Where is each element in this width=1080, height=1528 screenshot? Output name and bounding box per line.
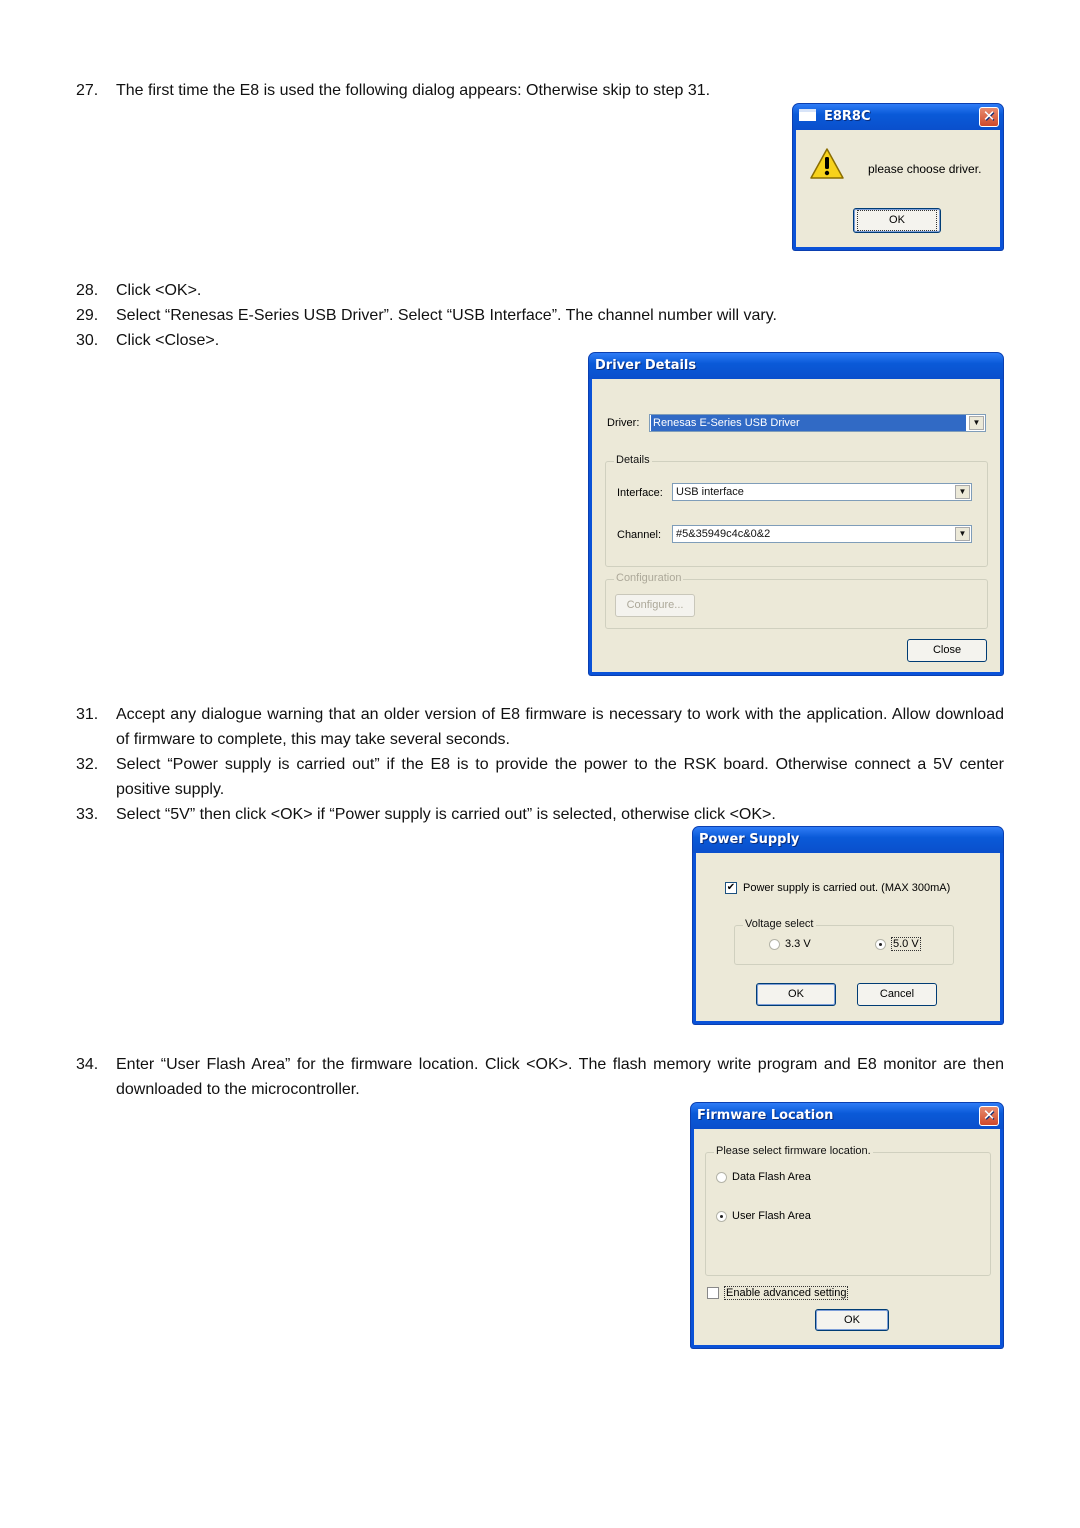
channel-label: Channel:: [617, 529, 662, 541]
interface-select[interactable]: USB interface ▼: [672, 483, 972, 501]
voltage-select-group: Voltage select 3.3 V 5.0 V: [734, 918, 954, 965]
power-supply-checkbox[interactable]: ✔: [725, 882, 737, 894]
driver-details-dialog: Driver Details Driver: Renesas E-Series …: [589, 353, 1003, 675]
step-text: Click <OK>.: [116, 282, 202, 299]
step-30: 30. Click <Close>.: [76, 328, 1004, 353]
voltage-select-legend: Voltage select: [743, 918, 816, 930]
dialog-body: please choose driver. OK: [796, 130, 1000, 247]
radio-user-flash-area-label: User Flash Area: [732, 1210, 811, 1222]
firmware-location-group: Please select firmware location. Data Fl…: [705, 1145, 991, 1276]
radio-3-3v-label: 3.3 V: [785, 938, 811, 950]
step-number: 29.: [76, 307, 99, 324]
radio-data-flash-area-label: Data Flash Area: [732, 1171, 811, 1183]
firmware-location-legend: Please select firmware location.: [714, 1145, 873, 1157]
dialog-title: Firmware Location: [697, 1108, 834, 1123]
radio-5-0v[interactable]: [875, 939, 886, 950]
ok-button[interactable]: OK: [815, 1309, 889, 1331]
channel-select[interactable]: #5&35949c4c&0&2 ▼: [672, 525, 972, 543]
close-button[interactable]: Close: [907, 639, 987, 662]
step-33: 33. Select “5V” then click <OK> if “Powe…: [76, 802, 1004, 827]
warning-icon: [810, 148, 844, 179]
details-group: Details Interface: USB interface ▼ Chann…: [605, 454, 988, 567]
step-28: 28. Click <OK>.: [76, 278, 1004, 303]
step-text: Enter “User Flash Area” for the firmware…: [116, 1056, 1004, 1098]
e8r8c-dialog: E8R8C ✕ please choose driver. OK: [793, 104, 1003, 250]
dialog-titlebar: Firmware Location ✕: [691, 1103, 1003, 1129]
step-32: 32. Select “Power supply is carried out”…: [76, 752, 1004, 802]
advanced-setting-checkbox[interactable]: [707, 1287, 719, 1299]
chevron-down-icon[interactable]: ▼: [955, 527, 970, 541]
firmware-location-dialog: Firmware Location ✕ Please select firmwa…: [691, 1103, 1003, 1348]
dialog-titlebar: E8R8C ✕: [793, 104, 1003, 130]
configuration-legend: Configuration: [614, 572, 684, 584]
advanced-setting-label: Enable advanced setting: [724, 1286, 849, 1300]
dialog-title: Power Supply: [699, 832, 800, 847]
dialog-body: ✔ Power supply is carried out. (MAX 300m…: [696, 853, 1000, 1021]
step-number: 27.: [76, 82, 99, 99]
power-supply-dialog: Power Supply ✔ Power supply is carried o…: [693, 827, 1003, 1024]
step-text: The first time the E8 is used the follow…: [116, 82, 711, 99]
configure-button[interactable]: Configure...: [615, 594, 695, 617]
radio-data-flash-area[interactable]: [716, 1172, 727, 1183]
step-text: Click <Close>.: [116, 332, 220, 349]
interface-label: Interface:: [617, 487, 663, 499]
step-number: 32.: [76, 756, 99, 773]
step-34: 34. Enter “User Flash Area” for the firm…: [76, 1052, 1004, 1102]
step-text: Select “5V” then click <OK> if “Power su…: [116, 806, 776, 823]
dialog-body: Driver: Renesas E-Series USB Driver ▼ De…: [592, 379, 1000, 672]
window-icon: [799, 108, 816, 121]
dialog-body: Please select firmware location. Data Fl…: [694, 1129, 1000, 1345]
step-number: 34.: [76, 1056, 99, 1073]
step-29: 29. Select “Renesas E-Series USB Driver”…: [76, 303, 1004, 328]
driver-select[interactable]: Renesas E-Series USB Driver ▼: [649, 414, 986, 432]
step-number: 33.: [76, 806, 99, 823]
ok-label: OK: [857, 210, 937, 231]
configuration-group: Configuration Configure...: [605, 572, 988, 629]
driver-value: Renesas E-Series USB Driver: [651, 415, 966, 431]
step-text: Select “Power supply is carried out” if …: [116, 756, 1004, 798]
step-31: 31. Accept any dialogue warning that an …: [76, 702, 1004, 752]
close-icon[interactable]: ✕: [979, 1106, 999, 1126]
chevron-down-icon[interactable]: ▼: [955, 485, 970, 499]
step-27: 27. The first time the E8 is used the fo…: [76, 78, 1004, 103]
dialog-title: E8R8C: [824, 109, 871, 124]
ok-button[interactable]: OK: [853, 208, 941, 233]
dialog-titlebar: Driver Details: [589, 353, 1003, 379]
radio-3-3v[interactable]: [769, 939, 780, 950]
interface-value: USB interface: [676, 486, 744, 498]
dialog-message: please choose driver.: [868, 162, 982, 176]
dialog-titlebar: Power Supply: [693, 827, 1003, 853]
dialog-title: Driver Details: [595, 358, 697, 373]
step-text: Select “Renesas E-Series USB Driver”. Se…: [116, 307, 777, 324]
step-number: 31.: [76, 706, 99, 723]
ok-button[interactable]: OK: [756, 983, 836, 1006]
close-icon[interactable]: ✕: [979, 107, 999, 127]
power-supply-label: Power supply is carried out. (MAX 300mA): [743, 882, 951, 894]
radio-user-flash-area[interactable]: [716, 1211, 727, 1222]
cancel-button[interactable]: Cancel: [857, 983, 937, 1006]
driver-label: Driver:: [607, 417, 640, 429]
chevron-down-icon[interactable]: ▼: [969, 416, 984, 430]
radio-5-0v-label: 5.0 V: [891, 937, 921, 951]
step-number: 28.: [76, 282, 99, 299]
channel-value: #5&35949c4c&0&2: [676, 528, 771, 540]
step-text: Accept any dialogue warning that an olde…: [116, 706, 1004, 748]
step-number: 30.: [76, 332, 99, 349]
details-legend: Details: [614, 454, 652, 466]
